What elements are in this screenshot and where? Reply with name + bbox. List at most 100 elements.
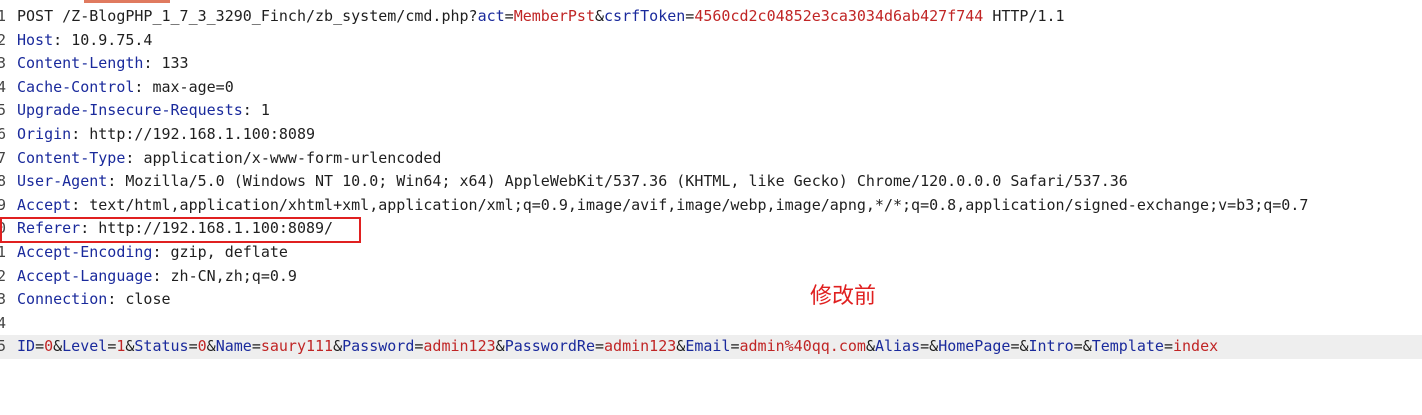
line-content: Accept-Language: zh-CN,zh;q=0.9 [17,265,297,289]
body-param-key: Level [62,337,108,356]
header-name: Accept-Language [17,266,153,285]
http-method: POST [17,7,63,25]
equals-sign: = [35,337,45,356]
body-param-value: saury111 [260,337,334,356]
param-separator: & [1082,337,1092,356]
header-value: 133 [161,54,189,73]
param-separator: & [206,337,216,356]
line-number: 9 [0,195,7,214]
header-name: Accept-Encoding [17,242,153,261]
line-content: Accept: text/html,application/xhtml+xml,… [17,194,1308,218]
header-name: Cache-Control [17,77,135,96]
referer-highlight-box [0,217,361,243]
body-param-key: Intro [1028,337,1074,356]
line-number: 3 [0,54,7,73]
body-param-key: Alias [874,337,921,356]
header-line[interactable]: 5 Upgrade-Insecure-Requests: 1 [0,99,1422,123]
header-line[interactable]: 1 Accept-Encoding: gzip, deflate [0,241,1422,265]
header-line[interactable]: 6 Origin: http://192.168.1.100:8089 [0,123,1422,147]
line-content: POST /Z-BlogPHP_1_7_3_3290_Finch/zb_syst… [17,5,1065,29]
line-number: 2 [0,266,7,285]
header-colon: : [71,195,90,214]
header-line[interactable]: 4 Cache-Control: max-age=0 [0,76,1422,100]
body-param-key: Template [1091,337,1164,356]
query-param-key: csrfToken [604,7,686,25]
line-number: 5 [0,101,7,120]
query-param-value: MemberPst [513,7,595,25]
line-number: 6 [0,124,7,143]
equals-sign: = [1163,337,1173,356]
body-param-key: HomePage [938,337,1011,356]
line-number: 4 [0,313,7,332]
param-separator: & [495,337,505,356]
header-name: Accept [17,195,72,214]
header-value: close [125,290,171,309]
header-line[interactable]: 7 Content-Type: application/x-www-form-ur… [0,147,1422,171]
header-value: 1 [260,101,270,120]
body-param-key: ID [17,337,36,356]
line-number: 1 [0,242,7,261]
equals-sign: = [107,337,117,356]
header-line[interactable]: 3 Content-Length: 133 [0,52,1422,76]
request-editor[interactable]: 1 POST /Z-BlogPHP_1_7_3_3290_Finch/zb_sys… [0,5,1422,359]
header-colon: : [107,290,126,309]
body-param-key: Password [342,337,415,356]
header-name: Origin [17,124,72,143]
param-separator: & [1019,337,1029,356]
http-protocol: HTTP/1.1 [983,7,1065,25]
param-separator: & [865,337,875,356]
line-content: Cache-Control: max-age=0 [17,76,234,100]
header-line[interactable]: 2 Host: 10.9.75.4 [0,29,1422,53]
header-name: Content-Type [17,148,126,167]
body-param-key: Status [134,337,189,356]
header-name: Host [17,30,54,49]
equals-sign: = [595,337,605,356]
top-accent-bar [84,0,170,3]
header-name: Upgrade-Insecure-Requests [17,101,243,120]
equals-sign: = [730,337,740,356]
header-colon: : [107,172,126,191]
blank-line[interactable]: 4 [0,312,1422,336]
header-colon: : [143,54,162,73]
header-value: application/x-www-form-urlencoded [143,148,442,167]
header-value: zh-CN,zh;q=0.9 [170,266,297,285]
line-content: Connection: close [17,288,171,312]
header-colon: : [134,77,153,96]
param-separator: & [594,7,605,25]
header-value: text/html,application/xhtml+xml,applicat… [89,195,1309,214]
query-param-value: 4560cd2c04852e3ca3034d6ab427f744 [694,7,984,25]
request-line[interactable]: 1 POST /Z-BlogPHP_1_7_3_3290_Finch/zb_sys… [0,5,1422,29]
body-param-key: PasswordRe [504,337,595,356]
header-value: Mozilla/5.0 (Windows NT 10.0; Win64; x64… [125,172,1128,191]
param-separator: & [53,337,63,356]
header-colon: : [152,266,171,285]
header-name: Content-Length [17,54,144,73]
equals-sign: = [188,337,198,356]
equals-sign: = [504,7,514,25]
line-number: 1 [0,7,7,25]
equals-sign: = [685,7,695,25]
body-param-key: Name [215,337,252,356]
header-colon: : [242,101,261,120]
line-content: Origin: http://192.168.1.100:8089 [17,123,315,147]
line-content: Upgrade-Insecure-Requests: 1 [17,99,270,123]
param-separator: & [676,337,686,356]
request-path: /Z-BlogPHP_1_7_3_3290_Finch/zb_system/cm… [62,7,478,25]
body-line[interactable]: 5 ID=0&Level=1&Status=0&Name=saury111&Pas… [0,335,1422,359]
header-name: User-Agent [17,172,108,191]
line-content: User-Agent: Mozilla/5.0 (Windows NT 10.0… [17,170,1128,194]
line-number: 2 [0,30,7,49]
header-line[interactable]: 2 Accept-Language: zh-CN,zh;q=0.9 [0,265,1422,289]
header-colon: : [125,148,144,167]
equals-sign: = [920,337,930,356]
header-line[interactable]: 8 User-Agent: Mozilla/5.0 (Windows NT 10.… [0,170,1422,194]
body-param-value: admin123 [423,337,496,356]
param-separator: & [929,337,939,356]
header-colon: : [71,124,90,143]
header-value: gzip, deflate [170,242,288,261]
line-number: 4 [0,77,7,96]
line-content: Content-Length: 133 [17,52,189,76]
header-line[interactable]: 9 Accept: text/html,application/xhtml+xml… [0,194,1422,218]
param-separator: & [333,337,343,356]
header-line[interactable]: 3 Connection: close [0,288,1422,312]
